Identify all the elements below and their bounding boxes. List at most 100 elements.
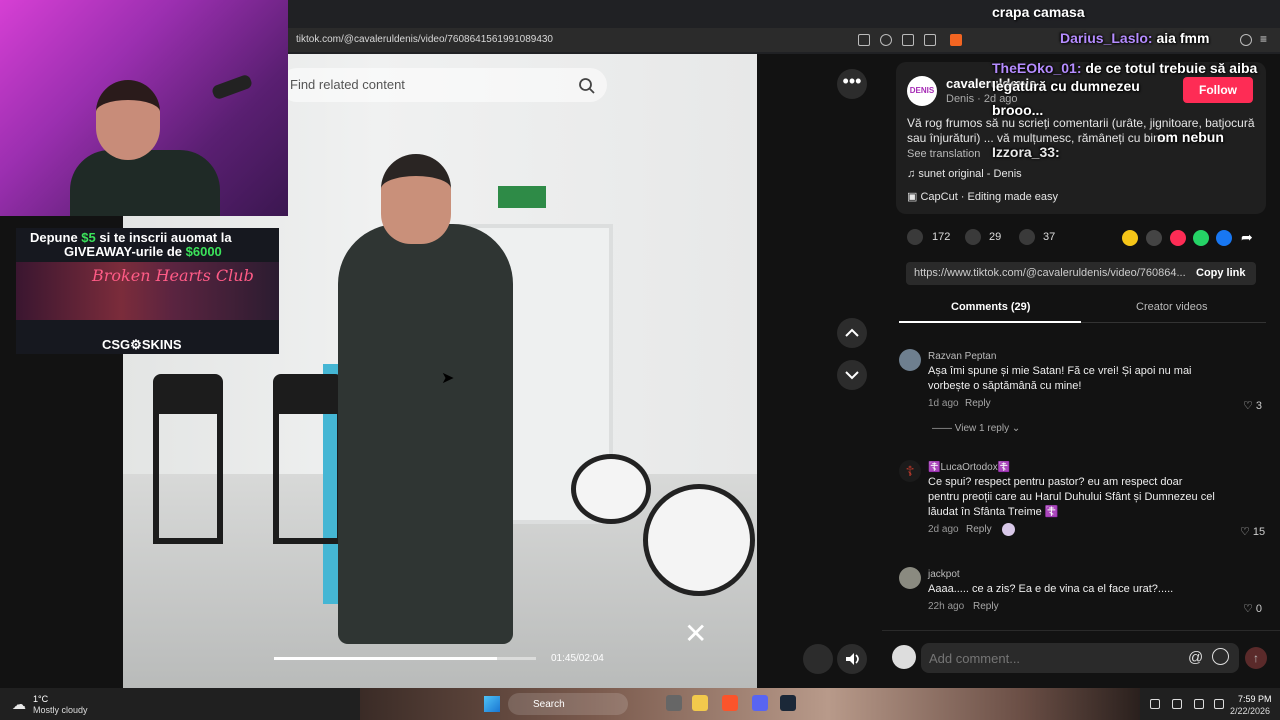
- comment-time: 22h ago: [928, 601, 965, 612]
- see-translation-link[interactable]: See translation: [907, 148, 980, 160]
- share-page-icon[interactable]: [924, 34, 936, 46]
- comment-like-button[interactable]: ♡ 0: [1243, 602, 1262, 615]
- comment-time: 1d ago: [928, 398, 959, 409]
- mention-icon[interactable]: @: [1188, 649, 1203, 666]
- menu-icon[interactable]: ≡: [1260, 33, 1272, 46]
- steam-icon[interactable]: [780, 695, 796, 711]
- commenter-avatar[interactable]: [899, 567, 921, 589]
- commenter-avatar[interactable]: [899, 349, 921, 371]
- sound-link[interactable]: ♫ sunet original - Denis: [907, 168, 1022, 180]
- comment-time: 2d ago: [928, 524, 959, 535]
- comment-like-button[interactable]: ♡ 3: [1243, 399, 1262, 412]
- comment-like-button[interactable]: ♡ 15: [1240, 525, 1265, 538]
- sound-label: sunet original - Denis: [918, 168, 1022, 180]
- taskbar-search[interactable]: [508, 693, 628, 715]
- task-view-icon[interactable]: [666, 695, 682, 711]
- chat-username: Darius_Laslo:: [1060, 30, 1153, 46]
- cloud-icon[interactable]: ☁: [12, 696, 26, 713]
- streamer-webcam: [0, 0, 288, 216]
- clock-date[interactable]: 2/22/2026: [1230, 706, 1270, 716]
- promo-amount: $5: [81, 230, 96, 245]
- chat-username: Izzora_33:: [992, 144, 1060, 160]
- repost-icon[interactable]: [1122, 230, 1138, 246]
- promo-text: si te inscrii auomat la: [95, 230, 232, 245]
- embed-icon[interactable]: [1146, 230, 1162, 246]
- comment-text: vorbește o săptămână cu mine!: [928, 380, 1082, 392]
- creator-liked-avatar: [1002, 523, 1015, 536]
- vpn-icon[interactable]: [1240, 34, 1252, 46]
- capcut-link[interactable]: ▣ CapCut · Editing made easy: [907, 190, 1058, 203]
- chat-username: TheEOko_01:: [992, 60, 1082, 76]
- chat-message: Darius_Laslo: aia fmm: [1060, 30, 1209, 46]
- mouse-cursor-icon: ➤: [441, 370, 455, 387]
- reply-button[interactable]: Reply: [966, 524, 992, 535]
- tab-creator-videos[interactable]: Creator videos: [1136, 301, 1208, 313]
- video-progress-fill[interactable]: [274, 657, 497, 660]
- comment-text: Aaaa..... ce a zis? Ea e de vina ca el f…: [928, 583, 1174, 595]
- share-arrow-icon[interactable]: ➦: [1241, 229, 1253, 246]
- comment-icon[interactable]: [965, 229, 981, 245]
- search-placeholder[interactable]: Find related content: [290, 77, 405, 92]
- tab-comments[interactable]: Comments (29): [951, 301, 1030, 313]
- my-avatar: [892, 645, 916, 669]
- like-count: 172: [932, 231, 951, 243]
- whatsapp-icon[interactable]: [1193, 230, 1209, 246]
- search-icon[interactable]: [578, 77, 596, 95]
- video-timecode: 01:45/02:04: [551, 653, 604, 664]
- view-replies-button[interactable]: —— View 1 reply ⌄: [932, 423, 1020, 434]
- comment-like-count: 15: [1252, 526, 1266, 538]
- comment-text: Așa îmi spune și mie Satan! Fă ce vrei! …: [928, 365, 1192, 377]
- weather-description[interactable]: Mostly cloudy: [33, 705, 88, 715]
- bookmark-icon[interactable]: [1019, 229, 1035, 245]
- facebook-icon[interactable]: [1216, 230, 1232, 246]
- translate-icon[interactable]: [858, 34, 870, 46]
- previous-video-button[interactable]: [837, 318, 867, 348]
- chevron-up-tray-icon[interactable]: [1150, 699, 1160, 709]
- file-explorer-icon[interactable]: [692, 695, 708, 711]
- speaker-icon[interactable]: [1172, 699, 1182, 709]
- url-text[interactable]: tiktok.com/@cavaleruldenis/video/7608641…: [296, 34, 553, 45]
- copy-link-button[interactable]: Copy link: [1196, 267, 1246, 279]
- chat-message: TheEOko_01: de ce totul trebuie să aiba …: [992, 59, 1277, 95]
- save-count: 37: [1043, 231, 1056, 243]
- post-comment-button[interactable]: ↑: [1245, 647, 1267, 669]
- commenter-avatar[interactable]: ☦: [899, 460, 921, 482]
- send-icon[interactable]: [1170, 230, 1186, 246]
- cast-icon[interactable]: [902, 34, 914, 46]
- volume-icon: [846, 653, 859, 665]
- next-video-button[interactable]: [837, 360, 867, 390]
- comment-username[interactable]: Razvan Peptan: [928, 351, 996, 362]
- comment-like-count: 3: [1255, 400, 1263, 412]
- reply-button[interactable]: Reply: [973, 601, 999, 612]
- reply-button[interactable]: Reply: [965, 398, 991, 409]
- more-options-button[interactable]: •••: [837, 69, 867, 99]
- promo-line-1: Depune $5 si te inscrii auomat la: [30, 230, 232, 245]
- volume-button[interactable]: [837, 644, 867, 674]
- taskbar-search-label[interactable]: Search: [533, 699, 565, 710]
- mini-player-button[interactable]: [803, 644, 833, 674]
- comment-count: 29: [989, 231, 1002, 243]
- author-avatar[interactable]: DENIS: [907, 76, 937, 106]
- chevron-down-icon: [845, 371, 859, 380]
- zoom-icon[interactable]: [880, 34, 892, 46]
- comment-username[interactable]: ☦️LucaOrtodox☦️: [928, 462, 1010, 473]
- comment-text: lăudat în Sfânta Treime ☦️: [928, 506, 1059, 518]
- network-icon[interactable]: [1194, 699, 1204, 709]
- clock-time[interactable]: 7:59 PM: [1238, 694, 1272, 704]
- emoji-icon[interactable]: [1212, 648, 1229, 665]
- brave-shield-icon[interactable]: [950, 34, 962, 46]
- chat-message: om nebun: [1157, 129, 1224, 145]
- promo-brand-logo: CSG⚙SKINS: [102, 337, 182, 352]
- share-link-text[interactable]: https://www.tiktok.com/@cavaleruldenis/v…: [914, 267, 1186, 279]
- capcut-watermark-icon: ✕: [684, 618, 708, 649]
- comment-text: pentru preoții care au Harul Duhului Sfâ…: [928, 491, 1215, 503]
- battery-icon[interactable]: [1214, 699, 1224, 709]
- brave-icon[interactable]: [722, 695, 738, 711]
- comment-username[interactable]: jackpot: [928, 569, 960, 580]
- weather-temperature[interactable]: 1°C: [33, 694, 48, 704]
- like-icon[interactable]: [907, 229, 923, 245]
- discord-icon[interactable]: [752, 695, 768, 711]
- taskbar-background-image: [360, 688, 1140, 720]
- promo-title: Broken Hearts Club: [92, 266, 254, 285]
- windows-start-icon[interactable]: [484, 696, 500, 712]
